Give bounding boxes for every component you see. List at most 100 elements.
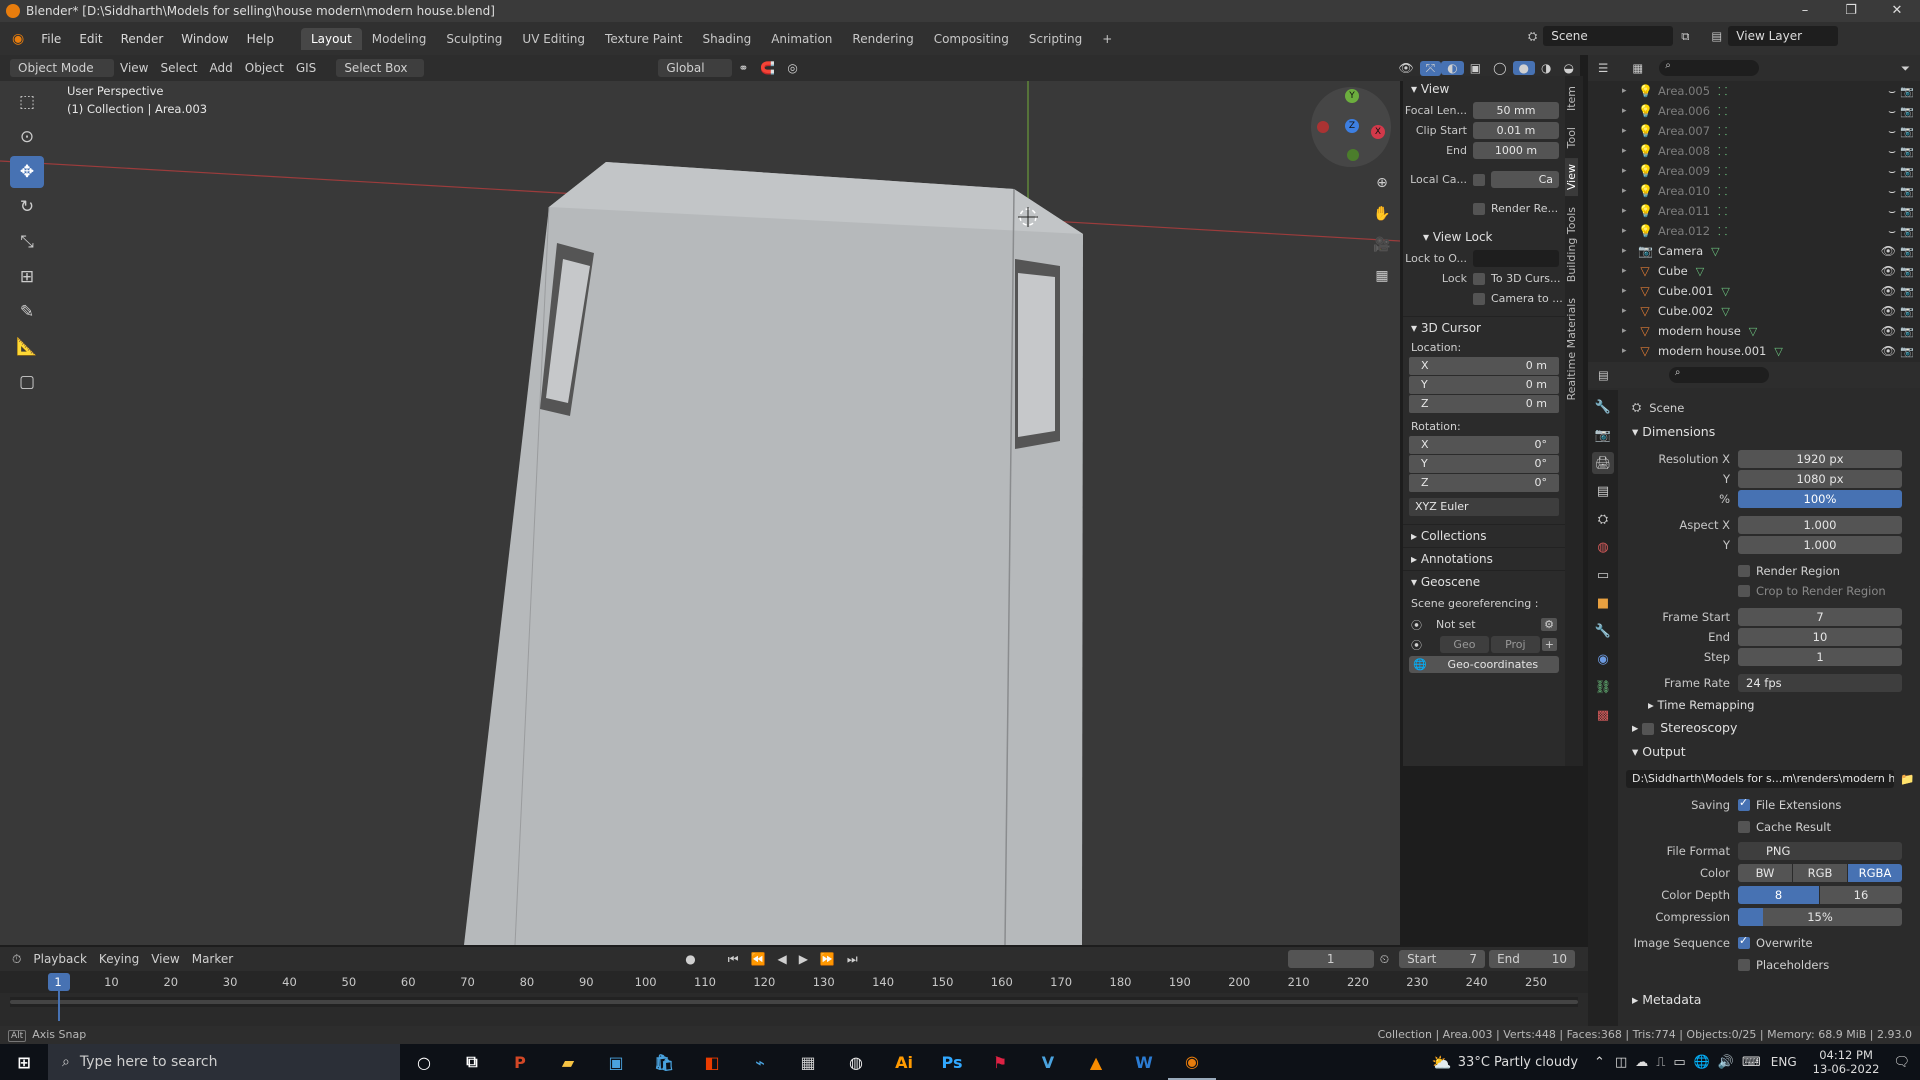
menu-view[interactable]: View (114, 61, 154, 75)
eye-icon[interactable]: 👁 (1881, 264, 1896, 278)
menu-help[interactable]: Help (238, 32, 283, 46)
compression-slider[interactable]: 15% (1738, 908, 1902, 926)
timeline-ruler[interactable]: 1 10 20 30 40 50 60 70 80 90 100 110 120 130 140 150 160… (0, 971, 1588, 993)
eye-icon[interactable]: 👁 (1881, 324, 1896, 338)
menu-render[interactable]: Render (112, 32, 173, 46)
current-frame-field[interactable]: 1 (1287, 950, 1374, 968)
light-data-icon[interactable]: ⸬ (1718, 84, 1727, 99)
time-remapping-header[interactable]: ▸ Time Remapping (1648, 698, 1754, 712)
tray-app-icon[interactable]: ◫ (1615, 1055, 1627, 1070)
outliner-item[interactable]: ▸ 💡 Area.010 ⸬ ⌣ 📷 (1588, 181, 1920, 201)
view-section-header[interactable]: ▾ View (1403, 78, 1565, 100)
close-button[interactable]: ✕ (1874, 0, 1920, 22)
outliner-item[interactable]: ▸ ▽ Cube.001 ▽ 👁 📷 (1588, 281, 1920, 301)
keying-menu[interactable]: Keying (93, 952, 145, 966)
frame-start-field[interactable]: 7 (1738, 608, 1902, 626)
cursor-rot-x[interactable]: X 0° (1409, 436, 1559, 454)
visibility-icon[interactable]: 👁 (1392, 61, 1419, 75)
outliner-item[interactable]: ▸ ▽ modern house.001 ▽ 👁 📷 (1588, 341, 1920, 361)
keyboard-icon[interactable]: ⌨ (1742, 1055, 1761, 1070)
outliner-item[interactable]: ▸ 💡 Area.007 ⸬ ⌣ 📷 (1588, 121, 1920, 141)
taskbar-search[interactable]: ⌕ Type here to search (48, 1044, 400, 1080)
render-props-icon[interactable]: 📷 (1592, 424, 1614, 446)
wireframe-shading-icon[interactable]: ◯ (1487, 61, 1512, 75)
crop-region-checkbox[interactable] (1738, 585, 1750, 597)
menu-file[interactable]: File (32, 32, 70, 46)
expand-arrow-icon[interactable]: ▸ (1622, 286, 1627, 296)
color-rgb-button[interactable]: RGB (1793, 864, 1847, 882)
mode-selector[interactable]: Object Mode (10, 59, 114, 77)
tab-view[interactable]: View (1565, 158, 1578, 197)
notifications-icon[interactable]: 🗨 (1893, 1055, 1910, 1070)
add-proj-icon[interactable]: + (1541, 638, 1557, 651)
overlays-icon[interactable]: ◐ (1441, 61, 1464, 75)
outliner-display-icon[interactable]: ▦ (1632, 61, 1643, 75)
proj-button[interactable]: Proj (1490, 636, 1540, 653)
resolution-y-field[interactable]: 1080 px (1738, 470, 1902, 488)
render-visibility-icon[interactable]: 📷 (1900, 225, 1914, 238)
camera-to-view-checkbox[interactable] (1473, 292, 1485, 305)
scene-selector[interactable]: Scene (1543, 26, 1674, 46)
prev-keyframe-icon[interactable]: ⏪ (745, 952, 772, 966)
record-icon[interactable]: ● (679, 952, 701, 966)
light-data-icon[interactable]: ⸬ (1718, 104, 1727, 119)
menu-edit[interactable]: Edit (70, 32, 111, 46)
placeholders-checkbox[interactable] (1738, 959, 1750, 971)
collections-header[interactable]: ▸ Collections (1403, 524, 1565, 547)
stereoscopy-header[interactable]: ▸ Stereoscopy (1632, 720, 1737, 735)
timeline-editor-icon[interactable]: ⏱ (6, 952, 27, 967)
view-layer-selector[interactable]: View Layer (1728, 26, 1839, 46)
cache-result-checkbox[interactable] (1738, 821, 1750, 833)
next-keyframe-icon[interactable]: ⏩ (814, 952, 841, 966)
render-visibility-icon[interactable]: 📷 (1900, 165, 1914, 178)
hidden-eye-icon[interactable]: ⌣ (1888, 84, 1896, 99)
local-camera-field[interactable]: Ca (1491, 171, 1559, 188)
clock[interactable]: 04:12 PM 13-06-2022 (1813, 1048, 1880, 1076)
file-format-dropdown[interactable]: PNG (1738, 842, 1902, 860)
frame-end-field[interactable]: 10 (1738, 628, 1902, 646)
tab-uv-editing[interactable]: UV Editing (512, 28, 595, 50)
expand-arrow-icon[interactable]: ▸ (1622, 326, 1627, 336)
outliner-item[interactable]: ▸ 📷 Camera ▽ 👁 📷 (1588, 241, 1920, 261)
light-data-icon[interactable]: ⸬ (1718, 164, 1727, 179)
sketchup-icon[interactable]: ⚑ (976, 1044, 1024, 1080)
object-props-icon[interactable]: ■ (1592, 592, 1614, 614)
physics-props-icon[interactable]: ◉ (1592, 648, 1614, 670)
photoshop-icon[interactable]: Ps (928, 1044, 976, 1080)
xray-icon[interactable]: ▣ (1464, 61, 1487, 75)
lock-to-object-field[interactable] (1473, 250, 1559, 267)
expand-arrow-icon[interactable]: ▸ (1622, 86, 1627, 96)
render-visibility-icon[interactable]: 📷 (1900, 85, 1914, 98)
tab-compositing[interactable]: Compositing (924, 28, 1019, 50)
weather-icon[interactable]: ⛅ (1432, 1053, 1452, 1072)
tab-realtime-materials[interactable]: Realtime Materials (1565, 292, 1578, 406)
outliner-item[interactable]: ▸ 💡 Area.011 ⸬ ⌣ 📷 (1588, 201, 1920, 221)
overwrite-checkbox[interactable] (1738, 934, 1750, 949)
frame-step-field[interactable]: 1 (1738, 648, 1902, 666)
outliner-editor-icon[interactable]: ☰ (1598, 61, 1608, 75)
render-visibility-icon[interactable]: 📷 (1900, 145, 1914, 158)
tab-rendering[interactable]: Rendering (842, 28, 923, 50)
transform-orientation-dropdown[interactable]: Global (658, 59, 733, 77)
mesh-data-icon[interactable]: ▽ (1696, 265, 1704, 278)
menu-object[interactable]: Object (239, 61, 290, 75)
language-indicator[interactable]: ENG (1771, 1055, 1797, 1069)
geo-coordinates-button[interactable]: 🌐 Geo-coordinates (1409, 656, 1559, 673)
camera-view-icon[interactable]: 🎥 (1370, 231, 1394, 259)
menu-gis[interactable]: GIS (290, 61, 322, 75)
geo-button[interactable]: Geo (1440, 636, 1489, 653)
end-frame-field[interactable]: End 10 (1489, 950, 1576, 968)
expand-arrow-icon[interactable]: ▸ (1622, 206, 1627, 216)
modifier-props-icon[interactable]: 🔧 (1592, 620, 1614, 642)
view-lock-header[interactable]: ▾ View Lock (1403, 226, 1565, 248)
hidden-eye-icon[interactable]: ⌣ (1888, 124, 1896, 139)
lock-to-3d-cursor-checkbox[interactable] (1473, 272, 1485, 285)
tab-shading[interactable]: Shading (692, 28, 761, 50)
mesh-data-icon[interactable]: ▽ (1711, 245, 1719, 258)
word-icon[interactable]: W (1120, 1044, 1168, 1080)
cortana-icon[interactable]: ○ (400, 1044, 448, 1080)
illustrator-icon[interactable]: Ai (880, 1044, 928, 1080)
render-visibility-icon[interactable]: 📷 (1900, 345, 1914, 358)
render-visibility-icon[interactable]: 📷 (1900, 305, 1914, 318)
texture-props-icon[interactable]: ▩ (1592, 704, 1614, 726)
